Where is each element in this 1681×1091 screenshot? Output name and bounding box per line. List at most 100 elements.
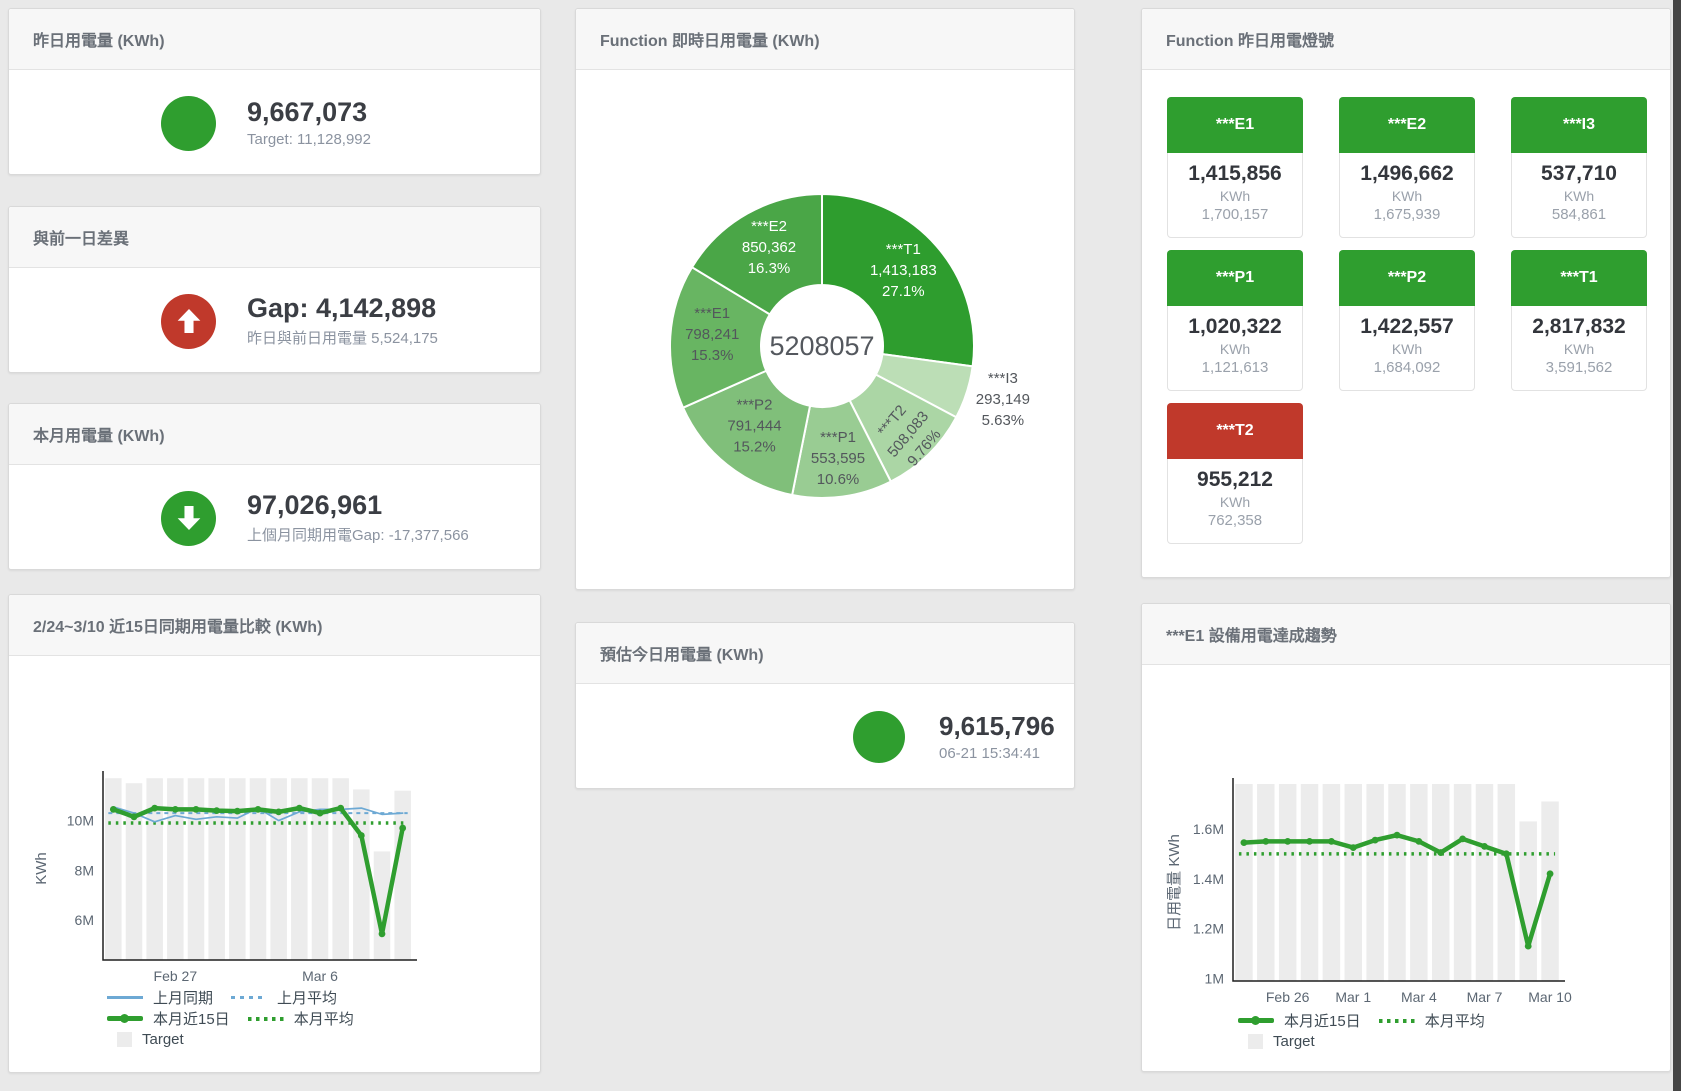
light-card-title: ***T2 (1167, 403, 1303, 459)
panel-header[interactable]: Function 昨日用電燈號 (1142, 9, 1670, 70)
panel-month-usage: 本月用電量 (KWh) 97,026,961 上個月同期用電Gap: -17,3… (8, 403, 541, 570)
light-card-title: ***P2 (1339, 250, 1475, 306)
light-card-unit: KWh (1512, 341, 1646, 357)
light-card-title: ***T1 (1511, 250, 1647, 306)
y-axis-label: KWh (33, 852, 50, 885)
light-card-unit: KWh (1340, 341, 1474, 357)
legend-item-本月近15日[interactable]: 本月近15日 (107, 1008, 230, 1029)
legend-swatch-icon (1379, 1019, 1415, 1023)
stat-value: 9,615,796 (939, 712, 1055, 741)
donut-center-value: 5208057 (769, 331, 874, 361)
target-bar (1279, 784, 1296, 981)
panel-title: 昨日用電量 (KWh) (33, 27, 165, 51)
light-card-T1: ***T1 2,817,832 KWh 3,591,562 (1511, 250, 1647, 391)
x-tick-label: Mar 7 (1467, 989, 1503, 1005)
target-bar (1301, 784, 1318, 981)
x-tick-label: Mar 10 (1528, 989, 1572, 1005)
status-circle-icon (161, 96, 216, 151)
stat-value: 97,026,961 (247, 491, 469, 521)
target-bar (1388, 784, 1405, 981)
panel-header[interactable]: Function 即時日用電量 (KWh) (576, 9, 1074, 70)
legend-item-本月平均[interactable]: 本月平均 (248, 1008, 354, 1029)
stat-text: 9,667,073 Target: 11,128,992 (247, 98, 371, 149)
panel-header[interactable]: 昨日用電量 (KWh) (9, 9, 540, 70)
target-bar (167, 778, 184, 960)
target-bar (1257, 784, 1274, 981)
panel-header[interactable]: ***E1 設備用電達成趨勢 (1142, 604, 1670, 665)
status-circle-icon (853, 711, 905, 763)
light-card-P1: ***P11,020,322KWh1,121,613 (1167, 250, 1303, 391)
panel-yesterday-usage: 昨日用電量 (KWh) 9,667,073 Target: 11,128,992 (8, 8, 541, 175)
stat-body: 9,667,073 Target: 11,128,992 (9, 70, 540, 176)
light-card-unit: KWh (1168, 494, 1302, 510)
light-card-target: 1,684,092 (1340, 359, 1474, 376)
panel-title: 預估今日用電量 (KWh) (600, 641, 764, 665)
target-bar (229, 778, 246, 960)
target-bar (1519, 821, 1536, 981)
light-card-unit: KWh (1340, 188, 1474, 204)
y-tick-label: 8M (75, 862, 94, 878)
light-card-E2: ***E21,496,662KWh1,675,939 (1339, 97, 1475, 238)
light-card-title: ***I3 (1511, 97, 1647, 153)
panel-title: 2/24~3/10 近15日同期用電量比較 (KWh) (33, 613, 322, 637)
legend-swatch-icon (1248, 1034, 1263, 1049)
dashboard: 昨日用電量 (KWh) 9,667,073 Target: 11,128,992… (0, 0, 1681, 1091)
light-card-title: ***E1 (1167, 97, 1303, 153)
y-tick-label: 10M (67, 813, 94, 829)
panel-header[interactable]: 本月用電量 (KWh) (9, 404, 540, 465)
stat-body: 9,615,796 06-21 15:34:41 (576, 684, 1074, 790)
donut-slice-label: ***I3293,1495.63% (976, 370, 1030, 429)
legend-label: Target (1273, 1033, 1315, 1050)
legend-item-Target[interactable]: Target (107, 1031, 184, 1048)
target-bar (394, 791, 411, 960)
light-card-value: 1,422,557 (1340, 315, 1474, 339)
panel-header[interactable]: 與前一日差異 (9, 207, 540, 268)
x-tick-label: Feb 27 (154, 968, 198, 984)
arrow-down-icon (161, 491, 216, 546)
legend-swatch-icon (248, 1017, 284, 1021)
light-card-I3: ***I3537,710KWh584,861 (1511, 97, 1647, 238)
light-card-target: 1,675,939 (1340, 206, 1474, 223)
target-bar (1476, 784, 1493, 981)
legend-item-本月近15日[interactable]: 本月近15日 (1238, 1010, 1361, 1031)
trend-chart-plot[interactable]: 1M1.2M1.4M1.6M日用電量 KWhFeb 26Mar 1Mar 4Ma… (1142, 664, 1672, 1019)
compare-chart-plot[interactable]: 6M8M10MKWhFeb 27Mar 6 (9, 655, 542, 1000)
stat-value: Gap: 4,142,898 (247, 294, 438, 324)
lights-grid: ***E11,415,856KWh1,700,157***E21,496,662… (1167, 97, 1647, 544)
target-bar (188, 778, 205, 960)
screen-edge-strip (1673, 0, 1681, 1091)
target-bar (1432, 784, 1449, 981)
target-bar (250, 778, 267, 960)
target-bar (208, 778, 225, 960)
target-bar (1410, 784, 1427, 981)
target-bar (1235, 784, 1252, 981)
legend-item-本月平均[interactable]: 本月平均 (1379, 1010, 1485, 1031)
target-bar (1345, 784, 1362, 981)
legend-item-上月平均[interactable]: 上月平均 (231, 987, 337, 1008)
stat-text: 9,615,796 06-21 15:34:41 (939, 712, 1055, 762)
light-card-value: 1,415,856 (1168, 162, 1302, 186)
legend-item-上月同期[interactable]: 上月同期 (107, 987, 213, 1008)
light-card-unit: KWh (1168, 341, 1302, 357)
light-card-target: 1,700,157 (1168, 206, 1302, 223)
legend-label: 上月平均 (277, 987, 337, 1008)
panel-title: 本月用電量 (KWh) (33, 422, 165, 446)
light-card-target: 3,591,562 (1512, 359, 1646, 376)
x-tick-label: Mar 4 (1401, 989, 1437, 1005)
legend-swatch-icon (1238, 1018, 1274, 1023)
donut-chart-plot[interactable]: ***T11,413,18327.1%***I3293,1495.63%***T… (576, 69, 1076, 594)
legend-label: Target (142, 1031, 184, 1048)
trend-chart-legend: 本月近15日 本月平均 Target (1238, 1010, 1485, 1052)
panel-header[interactable]: 2/24~3/10 近15日同期用電量比較 (KWh) (9, 595, 540, 656)
legend-item-Target[interactable]: Target (1238, 1033, 1315, 1050)
stat-text: 97,026,961 上個月同期用電Gap: -17,377,566 (247, 491, 469, 546)
panel-realtime-donut: Function 即時日用電量 (KWh) ***T11,413,18327.1… (575, 8, 1075, 590)
legend-label: 本月平均 (1425, 1010, 1485, 1031)
stat-body: Gap: 4,142,898 昨日與前日用電量 5,524,175 (9, 268, 540, 374)
target-bar (270, 778, 287, 960)
panel-header[interactable]: 預估今日用電量 (KWh) (576, 623, 1074, 684)
light-card-value: 2,817,832 (1512, 315, 1646, 339)
light-card-target: 584,861 (1512, 206, 1646, 223)
light-card-T2: ***T2955,212KWh762,358 (1167, 403, 1303, 544)
stat-value: 9,667,073 (247, 98, 371, 128)
